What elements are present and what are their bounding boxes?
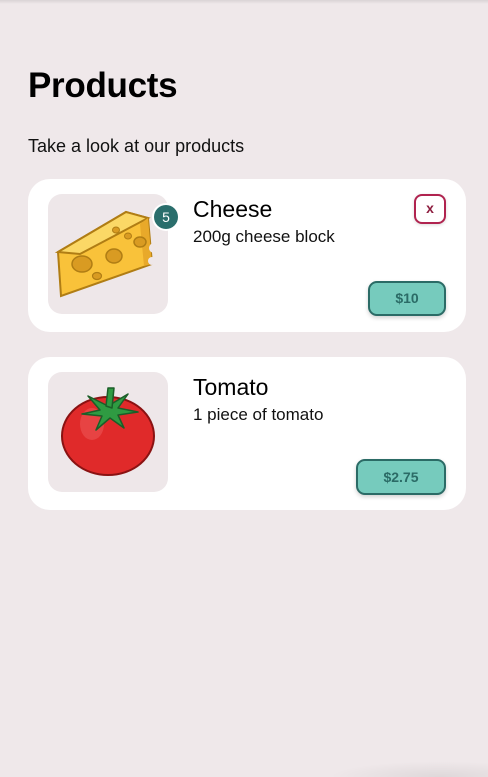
product-image-cheese <box>48 194 168 314</box>
bottom-shadow <box>328 761 488 777</box>
remove-from-cart-button[interactable]: x <box>414 194 446 224</box>
cheese-icon <box>54 210 159 298</box>
quantity-badge: 5 <box>154 205 178 229</box>
product-description: 200g cheese block <box>193 227 335 246</box>
add-to-cart-button[interactable]: $10 <box>368 281 446 316</box>
product-description: 1 piece of tomato <box>193 405 324 424</box>
top-shadow <box>0 0 488 4</box>
product-card-cheese: 5 Cheese 200g cheese block x $10 <box>28 179 466 332</box>
tomato-icon <box>61 387 155 476</box>
page-title: Products <box>28 66 178 105</box>
product-image-tomato <box>48 372 168 492</box>
add-to-cart-button[interactable]: $2.75 <box>356 459 446 495</box>
product-name: Tomato <box>193 374 269 400</box>
product-name: Cheese <box>193 196 273 222</box>
product-card-tomato: Tomato 1 piece of tomato $2.75 <box>28 357 466 510</box>
page-subtitle: Take a look at our products <box>28 136 245 156</box>
